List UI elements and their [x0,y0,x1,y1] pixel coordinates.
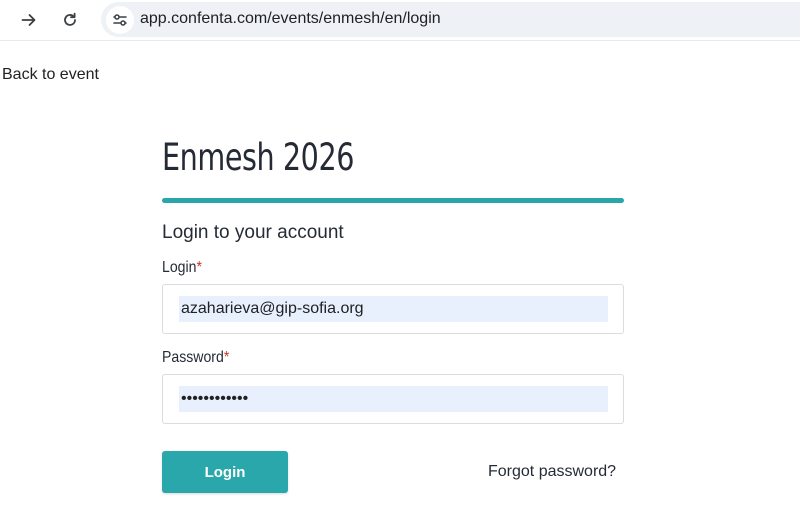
login-input[interactable] [179,296,608,322]
login-button[interactable]: Login [162,451,288,493]
browser-toolbar: app.confenta.com/events/enmesh/en/login [0,0,800,41]
site-info-button[interactable] [106,6,134,34]
arrow-right-icon [21,14,36,26]
password-input[interactable] [179,386,608,412]
password-label: Password* [162,349,229,367]
reload-button[interactable] [56,6,84,34]
forward-button[interactable] [15,6,43,34]
reload-icon [64,12,76,26]
login-label: Login* [162,259,202,277]
password-field-box[interactable] [162,374,624,424]
form-heading: Login to your account [162,222,344,243]
url-text[interactable]: app.confenta.com/events/enmesh/en/login [140,10,441,28]
login-field-box[interactable] [162,284,624,334]
required-marker: * [223,349,230,366]
event-title: Enmesh 2026 [162,136,355,179]
password-label-text: Password [162,349,224,366]
back-to-event-link[interactable]: Back to event [2,66,99,84]
title-divider [162,198,624,203]
forgot-password-link[interactable]: Forgot password? [488,463,616,481]
site-settings-icon [113,14,127,26]
required-marker: * [196,259,202,276]
login-label-text: Login [162,259,197,276]
address-bar[interactable]: app.confenta.com/events/enmesh/en/login [101,2,800,37]
